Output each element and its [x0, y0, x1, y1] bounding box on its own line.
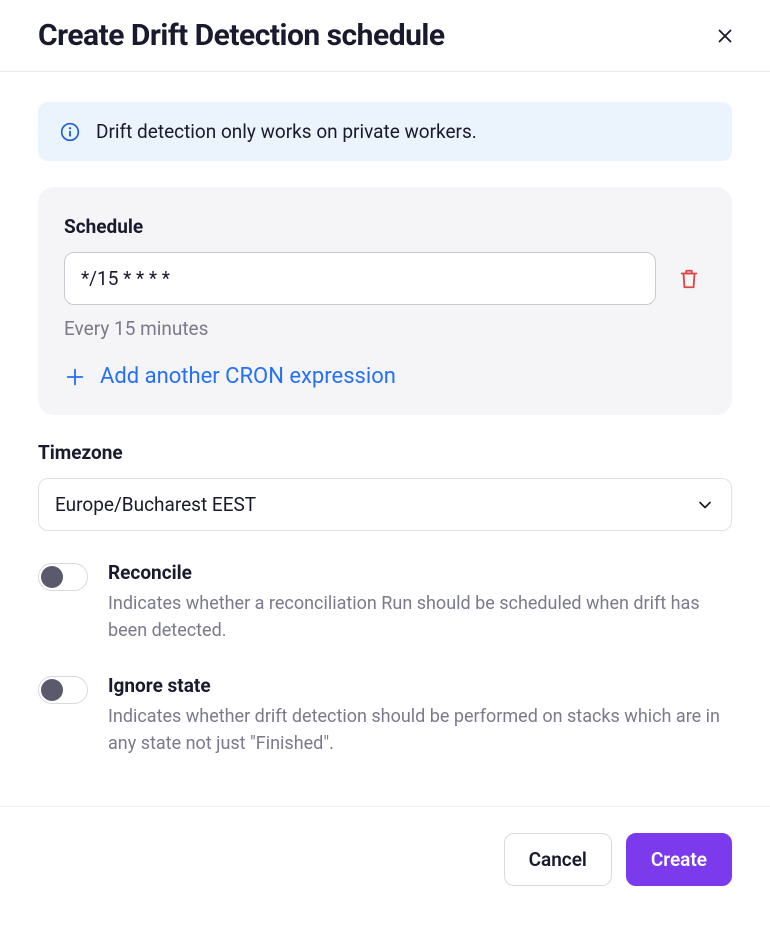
add-cron-button[interactable]: Add another CRON expression — [64, 364, 396, 389]
delete-cron-button[interactable] — [672, 261, 706, 297]
cron-row — [64, 252, 706, 305]
create-button[interactable]: Create — [626, 833, 732, 886]
close-icon — [714, 25, 736, 47]
timezone-label: Timezone — [38, 441, 732, 464]
reconcile-content: Reconcile Indicates whether a reconcilia… — [108, 561, 732, 644]
schedule-card: Schedule Every 15 minutes Add another CR… — [38, 187, 732, 415]
ignore-state-title: Ignore state — [108, 674, 732, 697]
timezone-value: Europe/Bucharest EEST — [55, 493, 256, 516]
timezone-section: Timezone Europe/Bucharest EEST — [38, 441, 732, 531]
toggle-knob — [41, 679, 63, 701]
reconcile-row: Reconcile Indicates whether a reconcilia… — [38, 561, 732, 644]
create-drift-detection-modal: Create Drift Detection schedule Drift de… — [0, 0, 770, 787]
ignore-state-content: Ignore state Indicates whether drift det… — [108, 674, 732, 757]
plus-icon — [64, 366, 86, 388]
reconcile-title: Reconcile — [108, 561, 732, 584]
toggle-knob — [41, 566, 63, 588]
cron-input[interactable] — [64, 252, 656, 305]
info-icon — [60, 122, 80, 142]
reconcile-toggle[interactable] — [38, 563, 88, 591]
ignore-state-toggle[interactable] — [38, 676, 88, 704]
schedule-label: Schedule — [64, 215, 706, 238]
ignore-state-row: Ignore state Indicates whether drift det… — [38, 674, 732, 757]
ignore-state-description: Indicates whether drift detection should… — [108, 703, 732, 757]
modal-footer: Cancel Create — [0, 806, 770, 932]
add-cron-label: Add another CRON expression — [100, 364, 396, 389]
chevron-down-icon — [695, 495, 715, 515]
close-button[interactable] — [710, 21, 740, 51]
modal-body: Drift detection only works on private wo… — [0, 72, 770, 787]
info-callout-text: Drift detection only works on private wo… — [96, 120, 477, 143]
trash-icon — [678, 267, 700, 291]
timezone-select[interactable]: Europe/Bucharest EEST — [38, 478, 732, 531]
reconcile-description: Indicates whether a reconciliation Run s… — [108, 590, 732, 644]
info-callout: Drift detection only works on private wo… — [38, 102, 732, 161]
cron-hint: Every 15 minutes — [64, 317, 706, 340]
modal-title: Create Drift Detection schedule — [38, 18, 445, 53]
cancel-button[interactable]: Cancel — [504, 833, 612, 886]
modal-header: Create Drift Detection schedule — [0, 0, 770, 72]
